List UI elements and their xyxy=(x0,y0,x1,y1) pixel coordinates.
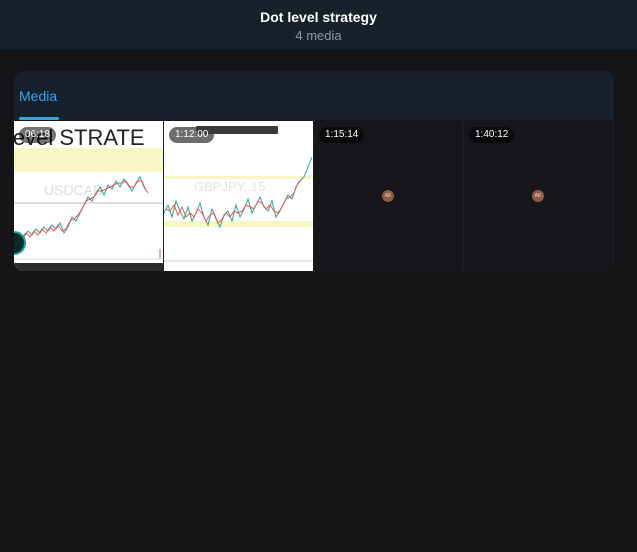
media-item-4[interactable]: AK 1:40:12 xyxy=(464,121,613,271)
chat-title: Dot level strategy xyxy=(260,9,377,25)
video-duration-4: 1:40:12 xyxy=(469,127,515,143)
video-thumbnail-1: level STRATE USDCAD xyxy=(14,121,163,271)
strategy-chart-thumbnail: level STRATE USDCAD xyxy=(14,121,163,271)
video-duration-2: 1:12:00 xyxy=(169,127,215,143)
media-grid: level STRATE USDCAD 06:18 GBPJPY, 15 1:1… xyxy=(14,121,614,271)
active-tab-indicator xyxy=(19,117,59,120)
chat-header: Dot level strategy 4 media xyxy=(0,0,637,50)
video-thumbnail-2: GBPJPY, 15 xyxy=(164,121,313,271)
avatar: AK xyxy=(382,190,394,202)
shared-media-panel: Media level STRATE USDCAD 06:18 GBPJPY, … xyxy=(14,71,614,271)
chart-thumbnail: GBPJPY, 15 xyxy=(164,126,313,262)
video-duration-1: 06:18 xyxy=(19,127,57,143)
media-item-3[interactable]: AK 1:15:14 xyxy=(314,121,463,271)
tab-media[interactable]: Media xyxy=(19,88,57,104)
media-item-1[interactable]: level STRATE USDCAD 06:18 xyxy=(14,121,163,271)
media-count: 4 media xyxy=(295,28,342,43)
chart-symbol-label-2: GBPJPY, 15 xyxy=(194,179,265,194)
video-duration-3: 1:15:14 xyxy=(319,127,365,143)
media-tabs: Media xyxy=(14,71,614,121)
avatar: AK xyxy=(532,190,544,202)
media-item-2[interactable]: GBPJPY, 15 1:12:00 xyxy=(164,121,313,271)
